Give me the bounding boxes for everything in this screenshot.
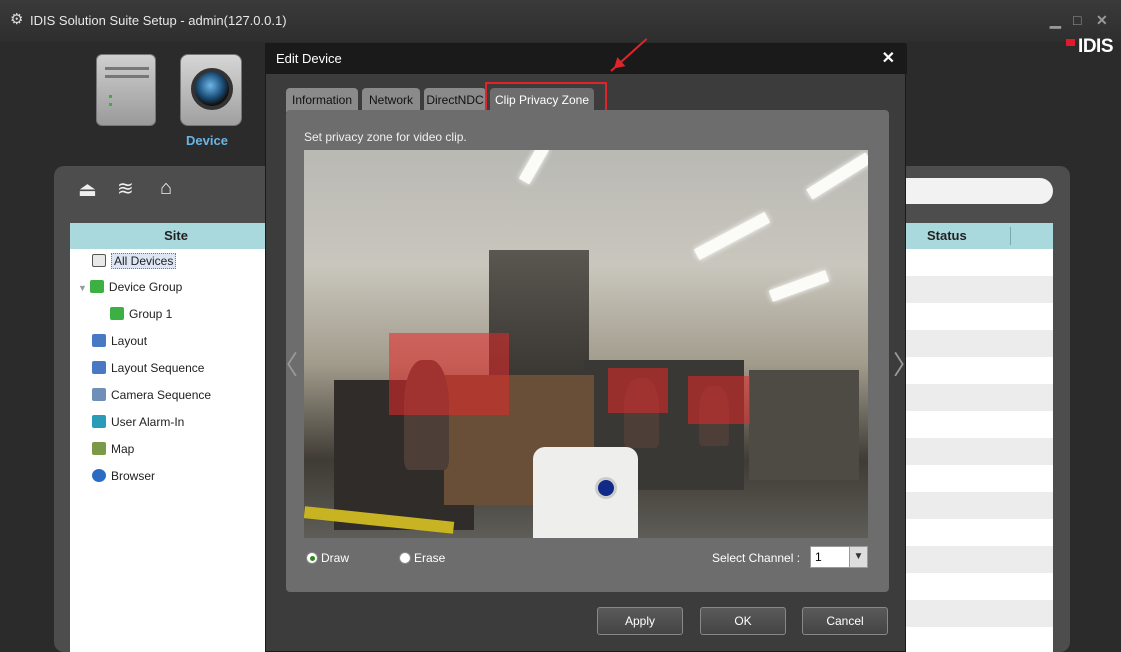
tab-directndc[interactable]: DirectNDC <box>424 88 486 112</box>
ceiling-light <box>806 152 868 200</box>
tree-item-camera-sequence[interactable]: Camera Sequence <box>92 385 211 405</box>
tree-item-label: Camera Sequence <box>111 388 212 402</box>
camera-sequence-icon <box>92 388 106 401</box>
all-devices-icon <box>92 254 106 267</box>
device-status-list <box>905 249 1053 652</box>
dialog-title-text: Edit Device <box>276 51 342 66</box>
dialog-close-icon[interactable]: ✕ <box>882 44 895 74</box>
register-upload-icon[interactable]: ⏏ <box>78 177 97 202</box>
title-bar: ⚙ IDIS Solution Suite Setup - admin(127.… <box>0 0 1121 42</box>
erase-radio-label: Erase <box>414 551 446 565</box>
window-title: IDIS Solution Suite Setup - admin(127.0.… <box>30 13 287 28</box>
site-tree: All Devices ▼ Device Group Group 1 Layout… <box>70 249 282 652</box>
ceiling-light <box>693 211 771 261</box>
network-scan-icon[interactable]: ≋ <box>117 176 134 201</box>
channel-select[interactable]: 1 ▼ <box>810 546 868 568</box>
cancel-button[interactable]: Cancel <box>802 607 888 635</box>
map-icon <box>92 442 106 455</box>
brand-logo: IDIS <box>1066 36 1113 58</box>
erase-radio[interactable]: Erase <box>399 551 445 565</box>
server-slot <box>105 67 149 70</box>
tree-item-map[interactable]: Map <box>92 439 134 459</box>
user-alarm-in-icon <box>92 415 106 428</box>
tree-item-all-devices[interactable]: All Devices <box>92 251 177 271</box>
ceiling-light <box>768 270 830 302</box>
camera-device-icon[interactable] <box>180 54 242 126</box>
server-led <box>109 103 112 106</box>
tab-network[interactable]: Network <box>362 88 420 112</box>
tree-item-device-group[interactable]: ▼ Device Group <box>78 277 182 297</box>
shelf-unit <box>749 370 859 480</box>
search-input[interactable] <box>905 178 1053 204</box>
privacy-zone[interactable] <box>608 368 668 413</box>
tree-item-label: All Devices <box>111 253 177 269</box>
server-led <box>109 95 112 98</box>
device-group-icon <box>89 280 104 293</box>
edit-device-dialog: Edit Device ✕ Information Network Direct… <box>265 38 919 652</box>
tree-item-group-1[interactable]: Group 1 <box>110 304 172 324</box>
status-column-header[interactable]: Status <box>905 223 1053 249</box>
radio-dot-icon <box>306 552 318 564</box>
maximize-icon[interactable]: □ <box>1073 12 1081 28</box>
brand-text: IDIS <box>1078 36 1113 57</box>
select-channel-label: Select Channel : <box>712 551 801 565</box>
expand-arrow-icon[interactable]: ▼ <box>78 283 87 293</box>
draw-radio-label: Draw <box>321 551 350 565</box>
tab-information[interactable]: Information <box>286 88 358 112</box>
ceiling-light <box>518 150 550 185</box>
device-nav-label[interactable]: Device <box>186 133 228 148</box>
tree-item-layout-sequence[interactable]: Layout Sequence <box>92 358 204 378</box>
group-icon <box>110 307 124 320</box>
tree-item-label: Group 1 <box>129 307 173 321</box>
video-preview[interactable] <box>304 150 868 538</box>
camera-lens <box>191 68 233 110</box>
tree-item-label: Layout <box>111 334 148 348</box>
site-column-header: Site <box>70 223 282 249</box>
tree-item-label: User Alarm-In <box>111 415 185 429</box>
layout-sequence-icon <box>92 361 106 374</box>
chevron-down-icon[interactable]: ▼ <box>849 547 867 567</box>
channel-select-value: 1 <box>815 550 822 564</box>
minimize-icon[interactable]: ▁ <box>1050 12 1061 29</box>
ok-button[interactable]: OK <box>700 607 786 635</box>
clip-privacy-zone-panel: Set privacy zone for video clip. 〈 〉 Dra… <box>272 110 919 592</box>
radio-dot-icon <box>399 552 411 564</box>
layout-icon <box>92 334 106 347</box>
tree-item-user-alarm-in[interactable]: User Alarm-In <box>92 412 184 432</box>
app-window: ⚙ IDIS Solution Suite Setup - admin(127.… <box>0 0 1121 652</box>
tree-item-browser[interactable]: Browser <box>92 466 155 486</box>
apply-button[interactable]: Apply <box>597 607 683 635</box>
app-gear-icon: ⚙ <box>10 11 24 28</box>
next-arrow-icon[interactable]: 〉 <box>893 345 919 382</box>
dialog-title: Edit Device <box>266 44 907 74</box>
browser-icon <box>92 469 106 482</box>
server-slot <box>105 75 149 78</box>
server-icon[interactable] <box>96 54 156 126</box>
privacy-zone[interactable] <box>688 376 750 424</box>
brand-mark <box>1066 39 1076 46</box>
column-separator <box>1010 227 1011 245</box>
tree-item-label: Browser <box>111 469 156 483</box>
privacy-hint-text: Set privacy zone for video clip. <box>304 130 467 144</box>
status-header-label: Status <box>927 228 967 243</box>
tree-item-label: Map <box>111 442 135 456</box>
draw-radio[interactable]: Draw <box>306 551 349 565</box>
purifier-button <box>595 477 617 499</box>
previous-arrow-icon[interactable]: 〈 <box>272 345 298 382</box>
air-purifier <box>533 447 638 538</box>
eject-icon[interactable]: ⌂ <box>160 177 172 200</box>
privacy-zone[interactable] <box>389 333 509 415</box>
tree-item-label: Layout Sequence <box>111 361 205 375</box>
close-icon[interactable]: ✕ <box>1096 12 1108 29</box>
tree-item-label: Device Group <box>108 280 183 294</box>
tree-item-layout[interactable]: Layout <box>92 331 147 351</box>
